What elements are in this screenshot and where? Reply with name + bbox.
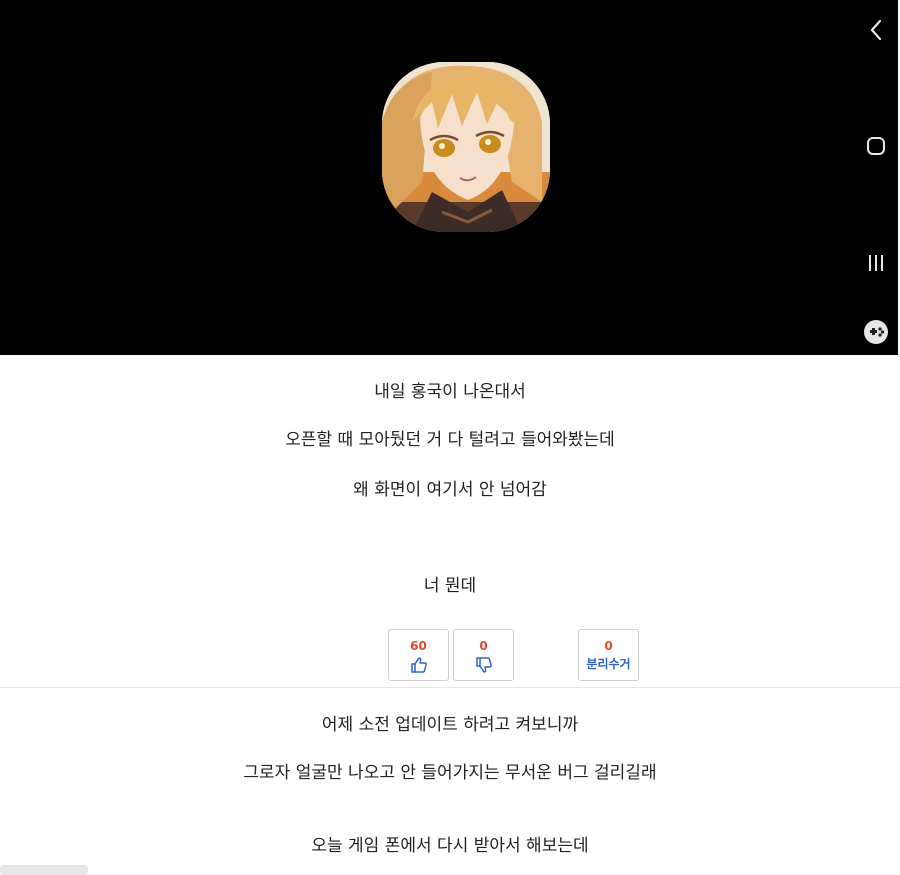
gamepad-icon [864,320,888,344]
game-screenshot [0,0,898,355]
nav-home-button[interactable] [862,132,890,160]
thumbs-up-icon [410,657,427,673]
home-icon [867,137,885,155]
chevron-left-icon [870,19,882,41]
post-text-line: 오픈할 때 모아뒀던 거 다 털려고 들어와봤는데 [285,430,615,450]
nav-game-tools-button[interactable] [862,318,890,346]
post-text-line: 왜 화면이 여기서 안 넘어감 [353,480,547,500]
downvote-button[interactable]: 0 [453,629,514,681]
recycle-count: 0 [604,639,613,653]
recycle-vote-button[interactable]: 0 분리수거 [578,629,639,681]
comment-text-line: 그로자 얼굴만 나오고 안 들어가지는 무서운 버그 걸리길래 [243,763,657,783]
recycle-label: 분리수거 [586,657,631,671]
recent-apps-icon [869,255,883,271]
nav-back-button[interactable] [862,16,890,44]
nav-recent-apps-button[interactable] [862,249,890,277]
thumbs-down-icon [475,657,492,673]
downvote-count: 0 [479,639,488,653]
comment-text-line: 오늘 게임 폰에서 다시 받아서 해보는데 [311,836,589,856]
app-icon-character-portrait [382,62,550,232]
post-text-line: 너 뭔데 [423,576,477,596]
comment-text-line: 어제 소전 업데이트 하려고 켜보니까 [321,715,579,735]
upvote-count: 60 [410,639,427,653]
post-text-line: 내일 홍국이 나온대서 [374,382,526,402]
section-divider [0,687,900,688]
scroll-tab [0,865,88,875]
upvote-button[interactable]: 60 [388,629,449,681]
